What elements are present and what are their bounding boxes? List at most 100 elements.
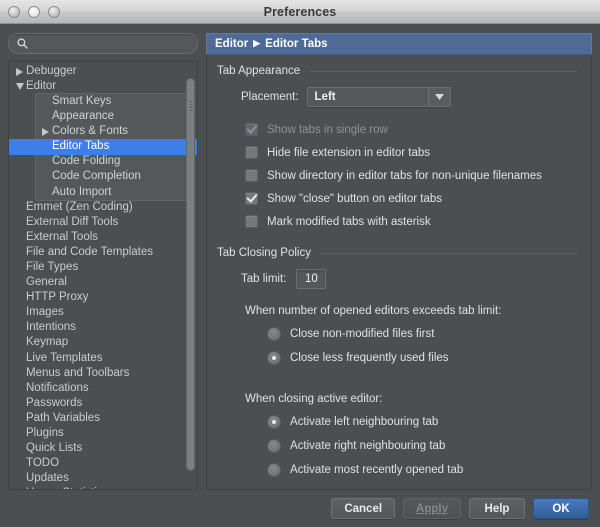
checkbox-box[interactable] [245, 215, 258, 228]
sidebar-item-label: Editor [26, 79, 57, 92]
section-divider [319, 252, 577, 254]
settings-tree[interactable]: Debugger Editor Smart Keys Appearance Colors… [8, 61, 198, 490]
tab-limit-label: Tab limit: [241, 273, 287, 285]
preferences-body: Debugger Editor Smart Keys Appearance Colors… [0, 24, 600, 490]
closing-radio-group: Activate left neighbouring tab Activate r… [217, 410, 579, 482]
radio-button[interactable] [267, 463, 281, 477]
chevron-right-icon[interactable] [13, 67, 26, 76]
sidebar-item-general[interactable]: General [9, 275, 197, 290]
sidebar-item-external-diff-tools[interactable]: External Diff Tools [9, 215, 197, 230]
chevron-down-icon[interactable] [13, 83, 26, 91]
sidebar-item-appearance[interactable]: Appearance [9, 109, 197, 124]
sidebar-item-smart-keys[interactable]: Smart Keys [9, 94, 197, 109]
radio-button[interactable] [267, 415, 281, 429]
sidebar-item-file-and-code-templates[interactable]: File and Code Templates [9, 245, 197, 260]
search-input[interactable] [33, 37, 189, 50]
checkbox-mark-modified-tabs-with-asterisk[interactable]: Mark modified tabs with asterisk [217, 210, 579, 233]
checkmark-icon[interactable] [245, 192, 258, 205]
search-box[interactable] [8, 33, 198, 54]
sidebar-item-live-templates[interactable]: Live Templates [9, 351, 197, 366]
sidebar-item-label: Code Folding [52, 155, 121, 168]
sidebar-item-http-proxy[interactable]: HTTP Proxy [9, 290, 197, 305]
radio-label: Activate right neighbouring tab [290, 440, 446, 452]
radio-activate-right-neighbouring-tab[interactable]: Activate right neighbouring tab [217, 434, 579, 458]
sidebar-item-editor-tabs[interactable]: Editor Tabs [9, 139, 197, 155]
closing-group-label-row: When closing active editor: [217, 388, 579, 410]
zoom-button[interactable] [48, 5, 60, 18]
breadcrumb: Editor ▶ Editor Tabs [206, 33, 592, 55]
sidebar-item-usage-statistics[interactable]: Usage Statistics [9, 487, 197, 489]
placement-row: Placement: Left [217, 84, 579, 110]
exceeds-group-label-row: When number of opened editors exceeds ta… [217, 300, 579, 322]
sidebar-item-file-types[interactable]: File Types [9, 260, 197, 275]
radio-activate-left-neighbouring-tab[interactable]: Activate left neighbouring tab [217, 410, 579, 434]
settings-panel: Editor ▶ Editor Tabs Tab Appearance Plac… [206, 33, 592, 490]
help-button[interactable]: Help [469, 498, 525, 519]
sidebar-item-path-variables[interactable]: Path Variables [9, 411, 197, 426]
sidebar-item-label: Keymap [26, 336, 69, 349]
scrollbar-grip [189, 101, 192, 113]
sidebar-item-label: Editor Tabs [52, 140, 110, 153]
section-tab-closing-policy-header: Tab Closing Policy [217, 247, 579, 259]
placement-dropdown[interactable]: Left [306, 87, 451, 107]
radio-button[interactable] [267, 351, 281, 365]
exceeds-radio-group: Close non-modified files first Close less… [217, 322, 579, 370]
tab-limit-field[interactable] [296, 269, 327, 289]
sidebar-item-updates[interactable]: Updates [9, 472, 197, 487]
sidebar-item-label: Menus and Toolbars [26, 366, 130, 379]
sidebar-item-editor[interactable]: Editor [9, 79, 197, 94]
sidebar-item-code-folding[interactable]: Code Folding [9, 155, 197, 170]
ok-button[interactable]: OK [533, 498, 589, 519]
sidebar-item-label: Intentions [26, 321, 76, 334]
sidebar-item-todo[interactable]: TODO [9, 456, 197, 471]
sidebar-item-label: Usage Statistics [26, 488, 108, 489]
checkbox-hide-file-extension-in-editor-tabs[interactable]: Hide file extension in editor tabs [217, 141, 579, 164]
sidebar-item-label: External Diff Tools [26, 215, 119, 228]
radio-label: Close less frequently used files [290, 352, 449, 364]
checkbox-label: Show tabs in single row [267, 123, 388, 136]
tab-limit-input[interactable] [297, 273, 326, 285]
radio-close-less-frequently-used-files[interactable]: Close less frequently used files [217, 346, 579, 370]
radio-activate-most-recently-opened-tab[interactable]: Activate most recently opened tab [217, 458, 579, 482]
sidebar-item-passwords[interactable]: Passwords [9, 396, 197, 411]
radio-close-non-modified-files-first[interactable]: Close non-modified files first [217, 322, 579, 346]
sidebar-item-label: Auto Import [52, 185, 112, 198]
sidebar-item-notifications[interactable]: Notifications [9, 381, 197, 396]
sidebar-scrollbar[interactable] [186, 78, 195, 471]
sidebar-item-code-completion[interactable]: Code Completion [9, 170, 197, 185]
sidebar-item-keymap[interactable]: Keymap [9, 336, 197, 351]
sidebar-item-menus-and-toolbars[interactable]: Menus and Toolbars [9, 366, 197, 381]
sidebar-item-external-tools[interactable]: External Tools [9, 230, 197, 245]
sidebar-item-images[interactable]: Images [9, 306, 197, 321]
breadcrumb-parent[interactable]: Editor [215, 38, 248, 50]
sidebar-item-label: Passwords [26, 396, 83, 409]
sidebar-item-plugins[interactable]: Plugins [9, 426, 197, 441]
window-controls [8, 0, 60, 23]
sidebar-item-quick-lists[interactable]: Quick Lists [9, 441, 197, 456]
sidebar-item-label: Path Variables [26, 411, 100, 424]
placement-value: Left [314, 91, 336, 103]
sidebar-item-intentions[interactable]: Intentions [9, 321, 197, 336]
checkbox-label: Hide file extension in editor tabs [267, 146, 431, 159]
sidebar-item-auto-import[interactable]: Auto Import [9, 185, 197, 200]
checkbox-show-close-button-on-editor-tabs[interactable]: Show "close" button on editor tabs [217, 187, 579, 210]
sidebar-item-label: Emmet (Zen Coding) [26, 200, 133, 213]
checkbox-box[interactable] [245, 146, 258, 159]
checkbox-box[interactable] [245, 169, 258, 182]
radio-button[interactable] [267, 439, 281, 453]
sidebar-item-debugger[interactable]: Debugger [9, 64, 197, 79]
sidebar-item-label: General [26, 276, 67, 289]
sidebar-item-label: Code Completion [52, 170, 141, 183]
minimize-button[interactable] [28, 5, 40, 18]
sidebar-item-colors-fonts[interactable]: Colors & Fonts [9, 124, 197, 139]
placement-label: Placement: [241, 91, 299, 103]
radio-button[interactable] [267, 327, 281, 341]
tab-appearance-checkboxes: Show tabs in single row Hide file extensi… [217, 118, 579, 233]
chevron-right-icon: ▶ [253, 38, 261, 48]
cancel-button[interactable]: Cancel [331, 498, 396, 519]
radio-label: Activate most recently opened tab [290, 464, 464, 476]
checkbox-show-directory-in-editor-tabs-for-non-unique-filenames[interactable]: Show directory in editor tabs for non-un… [217, 164, 579, 187]
close-button[interactable] [8, 5, 20, 18]
chevron-right-icon[interactable] [39, 127, 52, 136]
sidebar-item-emmet-zen-coding[interactable]: Emmet (Zen Coding) [9, 200, 197, 215]
